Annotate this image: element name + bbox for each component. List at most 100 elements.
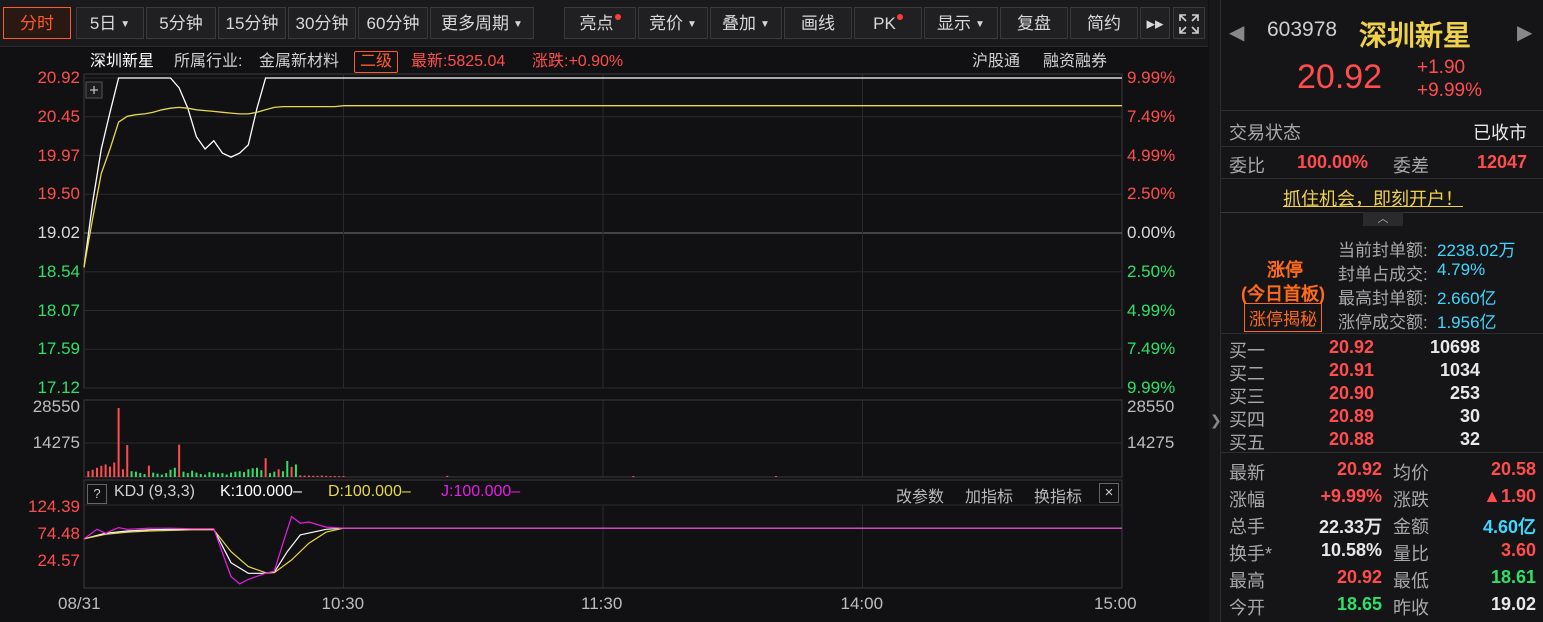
volume-bar [139,473,142,477]
quote-panel: ◀ 603978 深圳新星 ▶ 20.92 +1.90 +9.99% 交易状态 … [1220,0,1543,622]
stat-label: 今开 [1229,598,1265,618]
volume-bar [208,472,211,477]
limit-stat-value: 2238.02万 [1437,241,1516,260]
volume-bar [212,472,215,477]
fullscreen-icon[interactable] [1173,7,1205,39]
volume-bar [294,464,297,477]
volume-bar [95,467,98,477]
chevron-down-icon: ▼ [120,18,131,30]
bid-row[interactable]: 买一 20.92 10698 [1221,337,1543,361]
prev-stock-icon[interactable]: ◀ [1229,20,1244,45]
bid-row[interactable]: 买二 20.91 1034 [1221,360,1543,384]
volume-tick-label: 28550 [1127,397,1175,416]
tab-15min[interactable]: 15分钟 [218,7,286,39]
stat-value: 10.58% [1320,540,1382,560]
volume-bar [134,471,137,477]
stat-value: 19.02 [1490,594,1536,614]
switch-indicator-link[interactable]: 换指标 [1034,483,1082,507]
volume-bar [113,462,116,477]
commission-diff-value: 12047 [1477,152,1528,172]
limit-stat-label: 当前封单额: [1338,241,1428,260]
stat-value: ▲1.90 [1483,486,1536,506]
simple-button[interactable]: 简约 [1070,7,1138,39]
stat-label: 涨跌 [1393,490,1429,510]
volume-bar [100,465,103,477]
trade-status-value: 已收市 [1473,123,1527,143]
volume-bar [152,472,155,477]
time-tick-label: 14:00 [840,594,884,613]
highlight-button[interactable]: 亮点 [564,7,636,39]
tab-5day[interactable]: 5日 ▼ [76,7,144,39]
kdj-title: KDJ (9,3,3) [114,483,195,500]
help-icon[interactable]: ? [87,484,107,504]
draw-line-button[interactable]: 画线 [784,7,852,39]
kdj-d-value: D:100.000– [328,483,411,500]
limit-stat-value: 1.956亿 [1437,313,1497,332]
volume-bar [268,473,271,477]
percent-tick-label: 9.99% [1127,378,1176,397]
volume-bar [165,473,168,477]
percent-tick-label: 7.49% [1127,106,1176,126]
chevron-down-icon: ▼ [513,18,523,30]
volume-bar [143,474,146,477]
bid-row[interactable]: 买三 20.90 253 [1221,383,1543,407]
bid-price: 20.90 [1329,383,1375,403]
stat-label: 金额 [1393,517,1429,537]
limit-stat-label: 封单占成交: [1338,265,1428,284]
stat-label: 最新 [1229,463,1265,483]
add-indicator-link[interactable]: 加指标 [965,483,1013,507]
price-tick-label: 18.54 [37,261,80,281]
volume-bar [121,469,124,477]
stat-label: 换手* [1229,544,1273,564]
overlay-button[interactable]: 叠加 ▼ [710,7,782,39]
display-button[interactable]: 显示 ▼ [924,7,998,39]
bid-price: 20.91 [1329,360,1375,380]
volume-bar [173,467,176,477]
replay-button[interactable]: 复盘 [1000,7,1068,39]
volume-bar [307,475,310,477]
auction-button[interactable]: 竞价 ▼ [638,7,708,39]
tab-more-periods[interactable]: 更多周期 ▼ [430,7,534,39]
bid-row[interactable]: 买四 20.89 30 [1221,406,1543,430]
price-tick-label: 17.59 [37,339,80,359]
volume-bar [247,469,250,477]
volume-bar [126,445,129,477]
tab-5min[interactable]: 5分钟 [146,7,216,39]
intraday-chart[interactable] [0,46,1208,622]
stat-label: 总手 [1229,517,1265,537]
price-pct: +9.99% [1417,80,1482,101]
volume-bar [199,474,202,477]
tab-30min[interactable]: 30分钟 [288,7,356,39]
volume-bar [277,469,280,477]
double-chevron-right-icon[interactable]: ▸▸ [1140,7,1170,39]
bid-row[interactable]: 买五 20.88 32 [1221,429,1543,453]
price-tick-label: 19.97 [37,145,80,165]
limit-up-reveal-button[interactable]: 涨停揭秘 [1244,303,1322,332]
kdj-j-value: J:100.000– [441,483,521,500]
add-icon[interactable] [85,81,103,99]
volume-bar [290,466,293,477]
volume-bar [238,471,241,477]
collapse-icon[interactable]: ︿ [1363,212,1403,226]
pk-button[interactable]: PK [854,7,922,39]
tab-60min[interactable]: 60分钟 [358,7,428,39]
bid-volume: 1034 [1439,360,1480,380]
bid-price: 20.92 [1329,337,1375,357]
time-tick-label: 10:30 [321,594,365,613]
tab-intraday[interactable]: 分时 [3,7,71,39]
highlight-label: 亮点 [579,14,614,33]
chevron-down-icon: ▼ [687,18,697,30]
next-stock-icon[interactable]: ▶ [1517,20,1532,45]
divider [1221,452,1543,453]
close-icon[interactable]: × [1099,483,1119,503]
price-tick-label: 19.50 [37,184,80,204]
price-tick-label: 20.45 [37,106,80,126]
change-params-link[interactable]: 改参数 [896,483,944,507]
panel-splitter[interactable]: ❯ [1209,0,1222,622]
volume-bar [117,408,120,477]
percent-tick-label: 9.99% [1127,68,1176,87]
volume-bar [186,473,189,477]
open-account-link[interactable]: 抓住机会，即刻开户！ [1283,185,1463,211]
auction-label: 竞价 [649,14,684,33]
stat-label: 均价 [1393,463,1429,483]
